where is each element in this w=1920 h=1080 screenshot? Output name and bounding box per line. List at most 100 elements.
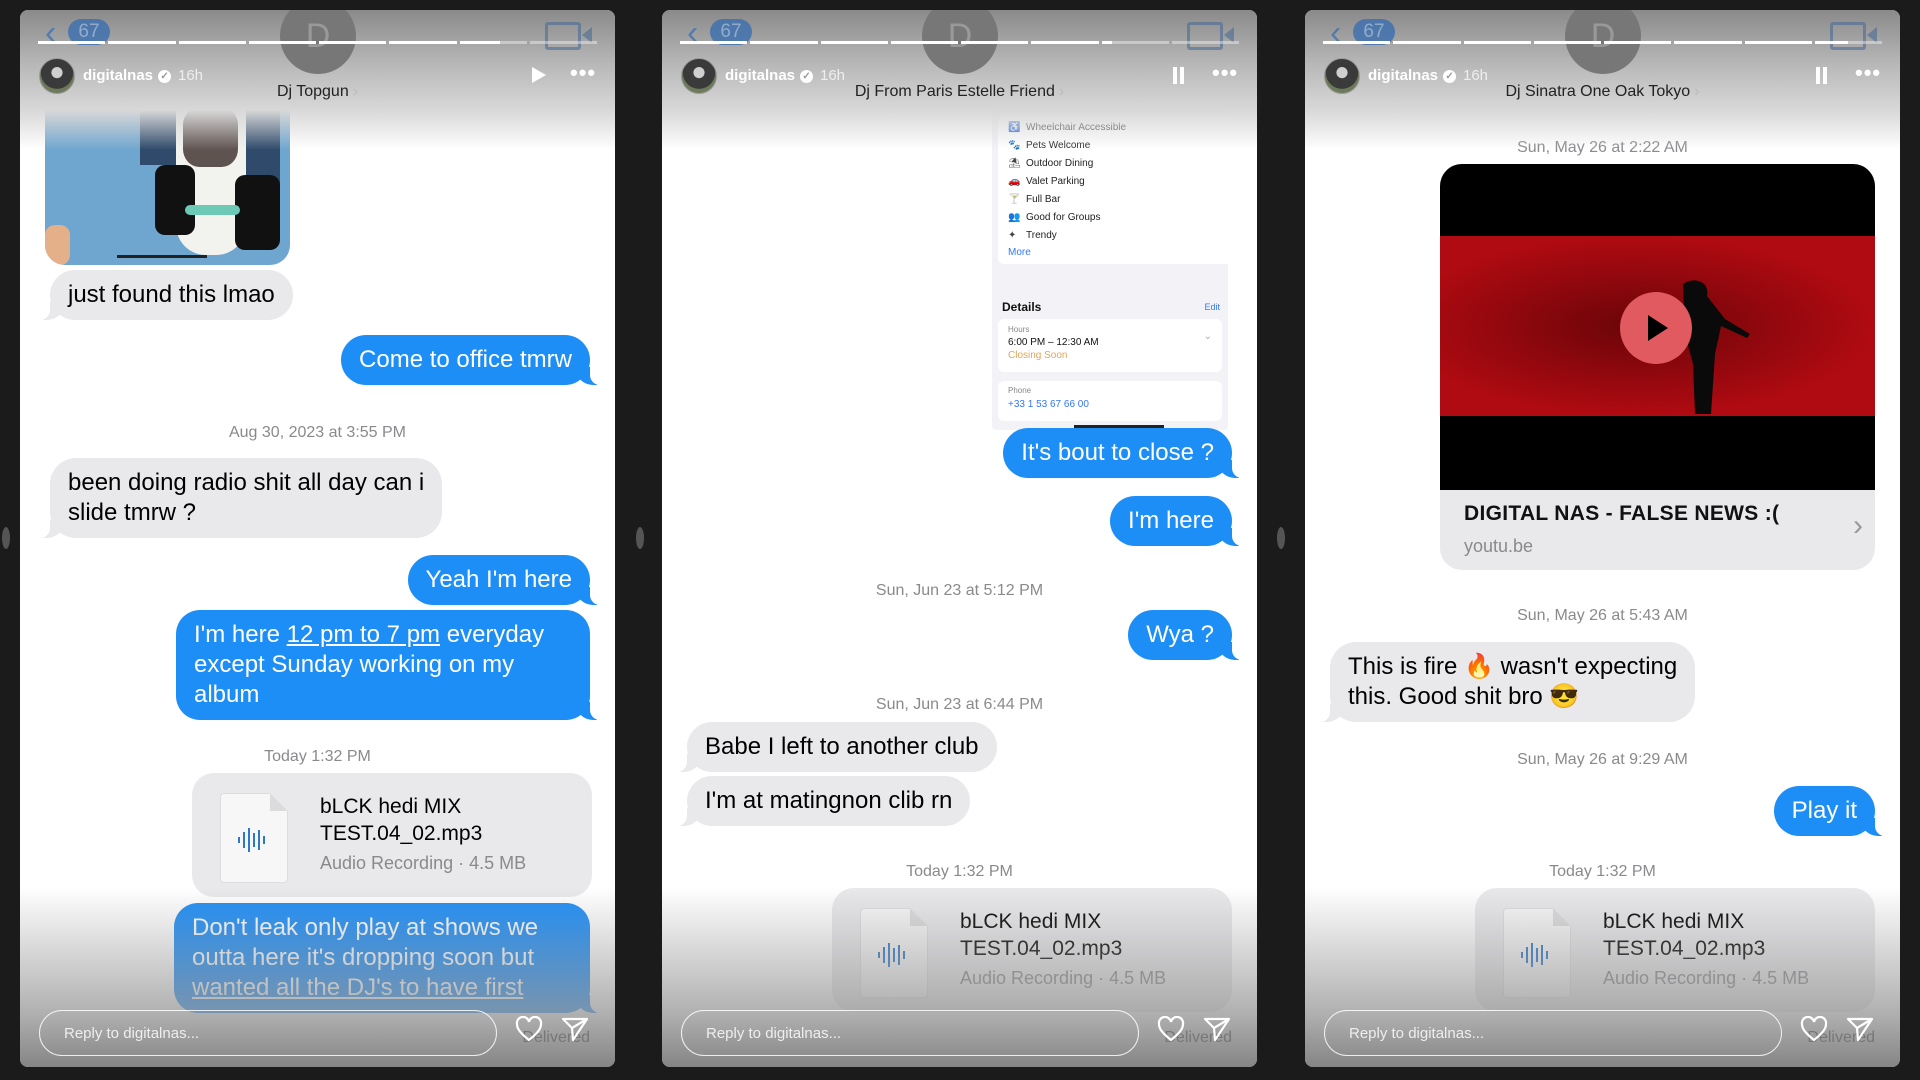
video-call-icon	[1187, 22, 1234, 50]
video-play-button[interactable]	[1620, 292, 1692, 364]
message-outgoing: It's bout to close ?	[1003, 428, 1242, 478]
valet-icon: 🚗	[1008, 176, 1021, 187]
timestamp: Today 1:32 PM	[264, 748, 371, 765]
story-progress-segment	[750, 41, 818, 44]
play-button[interactable]	[532, 67, 546, 83]
pause-button[interactable]	[1816, 67, 1827, 84]
message-incoming: just found this lmao	[40, 270, 293, 320]
reply-input-container[interactable]	[1324, 1010, 1782, 1056]
reply-input-container[interactable]	[681, 1010, 1139, 1056]
story-progress-segment	[1393, 41, 1461, 44]
story-nav-indicator[interactable]	[636, 527, 644, 549]
more-options-button[interactable]: •••	[1855, 62, 1881, 84]
chevron-down-icon[interactable]: ⌄	[1204, 331, 1212, 342]
story-time-ago: 16h	[1463, 67, 1489, 84]
back-chevron-icon[interactable]: ‹	[687, 16, 698, 50]
video-call-icon	[545, 22, 592, 50]
story-progress-segment	[1323, 41, 1391, 44]
timestamp: Today 1:32 PM	[1549, 863, 1656, 880]
story-progress-segment	[389, 41, 457, 44]
story-progress-segment	[1744, 41, 1812, 44]
story-progress-bar	[680, 41, 1239, 44]
video-call-icon	[1830, 22, 1877, 50]
story-progress-segment	[890, 41, 958, 44]
timestamp: Sun, Jun 23 at 5:12 PM	[875, 582, 1044, 599]
story-panel-2: ‹ 67 D digitalnas ✓ 16h Dj From Paris Est…	[662, 10, 1257, 1067]
story-progress-segment	[178, 41, 246, 44]
conversation-title: Dj From Paris Estelle Friend ›	[854, 83, 1065, 100]
pause-icon	[1816, 67, 1827, 84]
username[interactable]: digitalnas ✓	[725, 67, 814, 84]
play-icon	[532, 67, 546, 83]
message-outgoing: Yeah I'm here	[407, 555, 601, 605]
back-chevron-icon[interactable]: ‹	[1330, 16, 1341, 50]
message-incoming: Babe I left to another club	[677, 722, 997, 772]
story-progress-segment	[1171, 41, 1239, 44]
heart-icon[interactable]	[515, 1016, 543, 1042]
conversation-title: Dj Topgun ›	[276, 83, 359, 100]
group-icon: 👥	[1008, 212, 1021, 223]
audio-file-icon	[220, 793, 288, 883]
verified-badge-icon: ✓	[1443, 70, 1457, 83]
message-outgoing: Wya ?	[1128, 610, 1242, 660]
username[interactable]: digitalnas ✓	[83, 67, 172, 84]
story-progress-bar	[1323, 41, 1882, 44]
pause-button[interactable]	[1173, 67, 1184, 84]
message-outgoing: I'm here 12 pm to 7 pm everyday except S…	[176, 610, 600, 720]
audio-file-attachment[interactable]: bLCK hedi MIXTEST.04_02.mp3 Audio Record…	[192, 773, 592, 897]
amenity-item: ⛱ Outdoor Dining	[1008, 155, 1228, 173]
reply-input[interactable]	[1347, 1024, 1751, 1043]
story-nav-indicator[interactable]	[1277, 527, 1285, 549]
message-incoming: I'm at matingnon clib rn	[676, 776, 971, 826]
back-chevron-icon[interactable]: ‹	[45, 16, 56, 50]
previous-story-indicator[interactable]	[2, 527, 10, 549]
details-heading: Details	[1002, 300, 1042, 314]
chevron-right-icon: ›	[1058, 83, 1065, 100]
cocktail-icon: 🍸	[1008, 194, 1021, 205]
reply-input[interactable]	[62, 1024, 466, 1043]
amenity-item: ✦ Trendy	[1008, 227, 1228, 245]
pause-icon	[1173, 67, 1184, 84]
message-outgoing: Play it	[1773, 786, 1886, 836]
username[interactable]: digitalnas ✓	[1368, 67, 1457, 84]
story-progress-segment	[248, 41, 316, 44]
story-progress-segment	[820, 41, 888, 44]
timestamp: Today 1:32 PM	[906, 863, 1013, 880]
more-horizontal-icon: •••	[570, 60, 597, 85]
phone-card: Phone +33 1 53 67 66 00	[998, 381, 1222, 421]
story-time-ago: 16h	[820, 67, 846, 84]
chevron-right-icon: ›	[1853, 509, 1863, 542]
message-incoming: This is fire 🔥 wasn't expecting this. Goo…	[1319, 642, 1696, 722]
verified-badge-icon: ✓	[800, 70, 814, 83]
link-domain: youtu.be	[1464, 536, 1534, 556]
reply-input[interactable]	[704, 1024, 1108, 1043]
hours-card: Hours 6:00 PM – 12:30 AM Closing Soon ⌄	[998, 319, 1222, 372]
chevron-right-icon: ›	[1694, 83, 1700, 100]
amenity-item: 👥 Good for Groups	[1008, 209, 1228, 227]
story-progress-segment	[1463, 41, 1531, 44]
more-options-button[interactable]: •••	[1212, 62, 1238, 84]
more-amenities-link[interactable]: More	[1008, 247, 1228, 258]
timestamp: Sun, May 26 at 5:43 AM	[1517, 607, 1688, 624]
story-progress-segment	[1031, 41, 1099, 44]
send-icon[interactable]	[1203, 1016, 1231, 1042]
story-progress-segment	[1101, 41, 1169, 44]
more-options-button[interactable]: •••	[570, 62, 596, 84]
send-icon[interactable]	[1846, 1016, 1874, 1042]
reply-input-container[interactable]	[39, 1010, 497, 1056]
timestamp: Sun, Jun 23 at 6:44 PM	[875, 696, 1044, 713]
message-outgoing: Come to office tmrw	[341, 335, 600, 385]
amenity-item: 🍸 Full Bar	[1008, 191, 1228, 209]
phone-link[interactable]: +33 1 53 67 66 00	[1008, 399, 1089, 410]
heart-icon[interactable]	[1800, 1016, 1828, 1042]
outdoor-dining-icon: ⛱	[1008, 158, 1021, 169]
story-progress-segment	[961, 41, 1029, 44]
story-progress-segment	[1604, 41, 1672, 44]
time-range-link[interactable]: 12 pm to 7 pm	[287, 621, 440, 648]
story-progress-segment	[319, 41, 387, 44]
youtube-link-preview[interactable]: DIGITAL NAS - FALSE NEWS :( youtu.be ›	[1440, 164, 1875, 570]
edit-link[interactable]: Edit	[1204, 302, 1220, 312]
conversation-title: Dj Sinatra One Oak Tokyo ›	[1505, 83, 1700, 100]
heart-icon[interactable]	[1157, 1016, 1185, 1042]
send-icon[interactable]	[561, 1016, 589, 1042]
